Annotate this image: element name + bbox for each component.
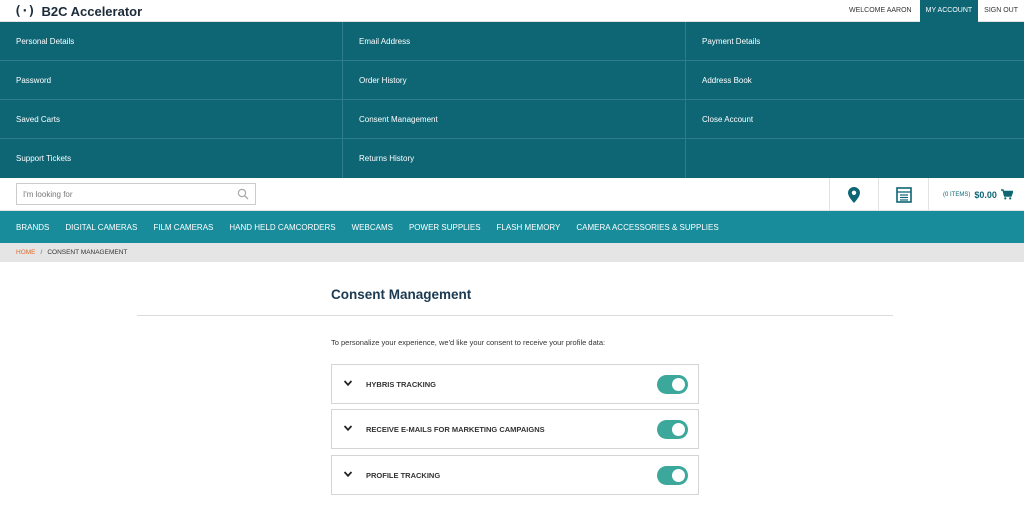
title-divider — [137, 315, 893, 316]
consent-item-profile-tracking: PROFILE TRACKING — [331, 455, 699, 495]
cart-icon — [1000, 189, 1013, 200]
account-menu-item-personal-details[interactable]: Personal Details — [0, 22, 343, 61]
store-finder-button[interactable] — [829, 178, 878, 211]
site-logo[interactable]: (·) B2C Accelerator — [14, 2, 142, 20]
nav-item-camera-accessories[interactable]: CAMERA ACCESSORIES & SUPPLIES — [576, 223, 718, 232]
consent-toggle[interactable] — [657, 420, 688, 439]
nav-item-hand-held-camcorders[interactable]: HAND HELD CAMCORDERS — [229, 223, 335, 232]
consent-item-hybris-tracking: HYBRIS TRACKING — [331, 364, 699, 404]
breadcrumb-home-link[interactable]: HOME — [16, 249, 36, 256]
search-row: (0 ITEMS) $0.00 — [0, 178, 1024, 211]
account-menu-item-support-tickets[interactable]: Support Tickets — [0, 139, 343, 178]
breadcrumb-separator: / — [40, 249, 43, 256]
top-bar: (·) B2C Accelerator WELCOME AARON MY ACC… — [0, 0, 1024, 22]
my-account-link[interactable]: MY ACCOUNT — [919, 0, 979, 22]
sign-out-link[interactable]: SIGN OUT — [978, 0, 1024, 22]
account-menu-item-returns-history[interactable]: Returns History — [343, 139, 686, 178]
chevron-down-icon[interactable] — [344, 379, 352, 387]
nav-item-film-cameras[interactable]: FILM CAMERAS — [153, 223, 213, 232]
nav-item-flash-memory[interactable]: FLASH MEMORY — [497, 223, 561, 232]
top-links: WELCOME AARON MY ACCOUNT SIGN OUT — [843, 0, 1024, 22]
list-document-icon — [895, 186, 912, 203]
nav-item-digital-cameras[interactable]: DIGITAL CAMERAS — [65, 223, 137, 232]
consent-label: RECEIVE E-MAILS FOR MARKETING CAMPAIGNS — [366, 425, 545, 434]
account-menu-item-payment-details[interactable]: Payment Details — [686, 22, 1024, 61]
cart-item-count: (0 ITEMS) — [943, 191, 971, 198]
mini-cart-button[interactable]: (0 ITEMS) $0.00 — [928, 178, 1024, 211]
category-nav: BRANDS DIGITAL CAMERAS FILM CAMERAS HAND… — [0, 211, 1024, 243]
search-input[interactable] — [17, 184, 227, 205]
consent-toggle[interactable] — [657, 375, 688, 394]
toggle-knob — [672, 378, 685, 391]
account-menu-item-order-history[interactable]: Order History — [343, 61, 686, 100]
nav-item-webcams[interactable]: WEBCAMS — [352, 223, 393, 232]
account-menu-item-saved-carts[interactable]: Saved Carts — [0, 100, 343, 139]
consent-item-marketing-emails: RECEIVE E-MAILS FOR MARKETING CAMPAIGNS — [331, 409, 699, 449]
consent-toggle[interactable] — [657, 466, 688, 485]
account-menu-item-email-address[interactable]: Email Address — [343, 22, 686, 61]
account-menu-item-consent-management[interactable]: Consent Management — [343, 100, 686, 139]
quick-order-button[interactable] — [878, 178, 928, 211]
account-menu: Personal Details Email Address Payment D… — [0, 22, 1024, 178]
chevron-down-icon[interactable] — [344, 424, 352, 432]
account-menu-item-close-account[interactable]: Close Account — [686, 100, 1024, 139]
search-icon[interactable] — [237, 188, 249, 200]
toggle-knob — [672, 423, 685, 436]
map-pin-icon — [848, 186, 860, 203]
consent-label: PROFILE TRACKING — [366, 471, 441, 480]
nav-item-power-supplies[interactable]: POWER SUPPLIES — [409, 223, 481, 232]
account-menu-item-password[interactable]: Password — [0, 61, 343, 100]
chevron-down-icon[interactable] — [344, 470, 352, 478]
search-box — [16, 183, 256, 205]
account-menu-empty-cell — [686, 139, 1024, 178]
page-title: Consent Management — [331, 287, 472, 302]
welcome-text: WELCOME AARON — [848, 7, 912, 14]
toggle-knob — [672, 469, 685, 482]
breadcrumb-current: CONSENT MANAGEMENT — [47, 249, 128, 256]
account-menu-item-address-book[interactable]: Address Book — [686, 61, 1024, 100]
brand-name: B2C Accelerator — [41, 3, 143, 19]
consent-label: HYBRIS TRACKING — [366, 380, 437, 389]
breadcrumb: HOME / CONSENT MANAGEMENT — [0, 243, 1024, 262]
consent-intro-text: To personalize your experience, we'd lik… — [331, 338, 606, 347]
nav-item-brands[interactable]: BRANDS — [16, 223, 49, 232]
logo-icon: (·) — [14, 3, 36, 19]
cart-total: $0.00 — [974, 189, 997, 200]
